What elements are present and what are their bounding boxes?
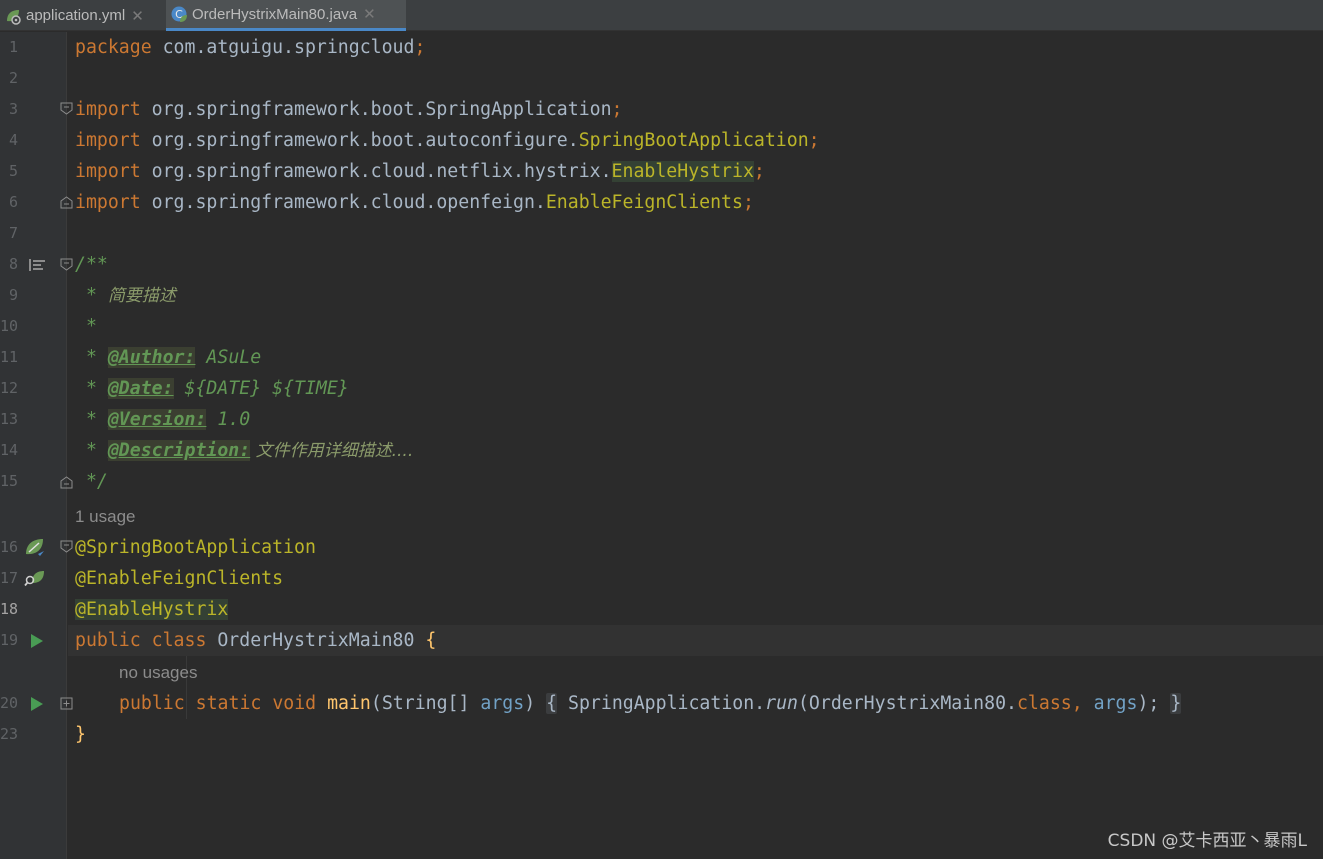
line-number: 8	[8, 255, 18, 273]
code-line: /**	[75, 254, 108, 275]
line-number: 20	[0, 694, 18, 712]
spring-class-icon: C	[170, 5, 188, 23]
code-line: * @Description: 文件作用详细描述....	[75, 440, 414, 461]
line-number: 23	[0, 725, 18, 743]
code-line: * @Date: ${DATE} ${TIME}	[75, 378, 349, 399]
usage-hint[interactable]: no usages	[119, 657, 197, 688]
editor-tab-bar: application.yml ✕ C OrderHystrixMain80.j…	[0, 0, 1323, 31]
code-line: package com.atguigu.springcloud;	[75, 37, 426, 58]
tab-label: OrderHystrixMain80.java	[192, 5, 358, 23]
tab-application-yml[interactable]: application.yml ✕	[0, 0, 160, 31]
line-number: 12	[0, 379, 18, 397]
code-line: */	[75, 471, 108, 492]
tab-orderhystrixmain80-java[interactable]: C OrderHystrixMain80.java ✕	[166, 0, 406, 31]
editor-gutter: 1 2 3 4 5 6 7 8 9 10 11 12 13 14 15 16 1…	[0, 32, 73, 859]
run-gutter-icon[interactable]	[30, 696, 44, 712]
line-number: 15	[0, 472, 18, 490]
code-editor[interactable]: package com.atguigu.springcloud; import …	[68, 32, 1323, 859]
folded-brace-close[interactable]: }	[1170, 693, 1182, 714]
close-icon[interactable]: ✕	[363, 5, 376, 23]
line-number: 11	[0, 348, 18, 366]
code-line: * 简要描述	[75, 285, 176, 306]
usage-hint[interactable]: 1 usage	[75, 501, 136, 532]
line-number: 13	[0, 410, 18, 428]
line-number: 2	[8, 69, 18, 87]
line-number-current: 18	[0, 600, 18, 618]
folded-brace-open[interactable]: {	[546, 693, 558, 714]
spring-leaf-gear-icon	[4, 7, 22, 25]
code-line: public static void main(String[] args) {…	[119, 693, 1182, 714]
doc-render-toggle-icon[interactable]	[28, 257, 46, 273]
code-line: import org.springframework.cloud.netflix…	[75, 161, 765, 182]
line-number: 5	[8, 162, 18, 180]
line-number: 4	[8, 131, 18, 149]
line-number: 16	[0, 538, 18, 556]
close-icon[interactable]: ✕	[131, 7, 144, 25]
line-number: 10	[0, 317, 18, 335]
tab-label: application.yml	[26, 7, 126, 24]
spring-bean-search-icon[interactable]	[24, 568, 46, 588]
line-number: 14	[0, 441, 18, 459]
code-line: * @Author: ASuLe	[75, 347, 262, 368]
code-line: public class OrderHystrixMain80 {	[75, 630, 437, 651]
code-line: @EnableFeignClients	[75, 568, 284, 589]
line-number: 1	[8, 38, 18, 56]
line-number: 7	[8, 224, 18, 242]
code-line: * @Version: 1.0	[75, 409, 251, 430]
watermark: CSDN @艾卡西亚丶暴雨L	[1107, 831, 1307, 851]
code-line: @EnableHystrix	[75, 599, 229, 620]
code-line: import org.springframework.boot.autoconf…	[75, 130, 820, 151]
line-number: 6	[8, 193, 18, 211]
code-line: import org.springframework.boot.SpringAp…	[75, 99, 623, 120]
line-number: 17	[0, 569, 18, 587]
run-gutter-icon[interactable]	[30, 633, 44, 649]
line-number: 3	[8, 100, 18, 118]
spring-bean-icon[interactable]	[24, 537, 46, 557]
code-line: *	[75, 316, 97, 337]
code-line: @SpringBootApplication	[75, 537, 316, 558]
code-line: }	[75, 724, 86, 745]
code-line: import org.springframework.cloud.openfei…	[75, 192, 754, 213]
line-number: 9	[8, 286, 18, 304]
line-number: 19	[0, 631, 18, 649]
